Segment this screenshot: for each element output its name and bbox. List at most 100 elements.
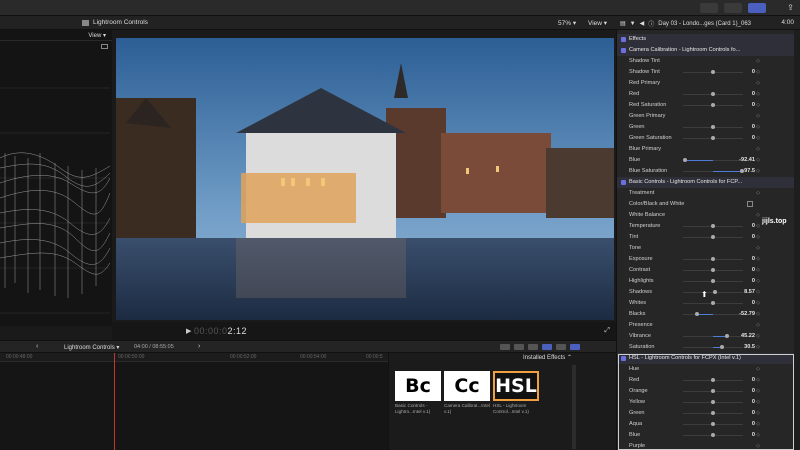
inspector-section-header[interactable]: Camera Calibration - Lightroom Controls … (617, 45, 794, 56)
skimming-icon[interactable] (500, 344, 510, 350)
keyframe-icon[interactable]: ◇ (756, 113, 760, 119)
slider-knob[interactable] (711, 268, 715, 272)
param-value[interactable]: 0 (752, 69, 755, 75)
playhead[interactable] (114, 353, 115, 450)
param-value[interactable]: 0 (752, 300, 755, 306)
slider-knob[interactable] (695, 312, 700, 316)
param-value[interactable]: 0 (752, 223, 755, 229)
forward-icon[interactable]: › (198, 343, 200, 350)
param-slider[interactable] (683, 334, 743, 338)
effect-camera-calibration[interactable]: Cc Camera Calibrat...Intel v.1) (444, 371, 490, 414)
play-icon[interactable]: ▶ (186, 327, 191, 335)
keyframe-icon[interactable]: ◇ (756, 135, 760, 141)
project-name[interactable]: Lightroom Controls ▾ (64, 344, 119, 351)
slider-knob[interactable] (711, 136, 715, 140)
keyframe-icon[interactable]: ◇ (756, 146, 760, 152)
param-value[interactable]: 30.5 (744, 344, 755, 350)
slider-knob[interactable] (711, 125, 715, 129)
effects-browser-icon[interactable] (556, 344, 566, 350)
keyframe-icon[interactable]: ◇ (756, 267, 760, 273)
param-slider[interactable] (683, 301, 743, 305)
section-enable-checkbox[interactable] (621, 37, 626, 42)
slider-knob[interactable] (711, 224, 715, 228)
audio-icon[interactable]: ◀ (640, 20, 645, 27)
effects-scrollbar[interactable] (572, 365, 576, 449)
effect-hsl[interactable]: HSL HSL - Lightroom Control...Intel v.1) (493, 371, 539, 414)
param-slider[interactable] (683, 224, 743, 228)
scope-view-menu[interactable]: View ▾ (88, 32, 106, 39)
timeline-track-area[interactable] (0, 362, 388, 450)
param-value[interactable]: 0 (752, 102, 755, 108)
timeline-ruler[interactable]: 00:00:48:00 00:00:50:00 00:00:52:00 00:0… (0, 353, 388, 362)
param-value[interactable]: 8.57 (744, 289, 755, 295)
keyframe-icon[interactable]: ◇ (756, 69, 760, 75)
info-icon[interactable]: ⓘ (648, 19, 654, 28)
inspector-toggle-button[interactable] (748, 3, 766, 13)
keyframe-icon[interactable]: ◇ (756, 58, 760, 64)
param-value[interactable]: -52.79 (739, 311, 755, 317)
keyframe-icon[interactable]: ◇ (756, 190, 760, 196)
keyframe-icon[interactable]: ◇ (756, 102, 760, 108)
keyframe-icon[interactable]: ◇ (756, 344, 760, 350)
library-toggle-button[interactable] (700, 3, 718, 13)
keyframe-icon[interactable]: ◇ (756, 245, 760, 251)
filter-icon[interactable]: ▼ (630, 21, 636, 27)
param-slider[interactable] (683, 312, 743, 316)
param-slider[interactable] (683, 257, 743, 261)
param-value[interactable]: 0 (752, 91, 755, 97)
slider-knob[interactable] (711, 301, 715, 305)
param-value[interactable]: 0 (752, 256, 755, 262)
section-enable-checkbox[interactable] (621, 180, 626, 185)
param-slider[interactable] (683, 169, 744, 173)
keyframe-icon[interactable]: ◇ (756, 322, 760, 328)
share-icon[interactable]: ⇪ (787, 3, 794, 12)
param-slider[interactable] (683, 290, 743, 294)
slider-knob[interactable] (711, 70, 715, 74)
param-slider[interactable] (683, 125, 743, 129)
keyframe-icon[interactable]: ◇ (756, 278, 760, 284)
section-enable-checkbox[interactable] (621, 48, 626, 53)
viewer-frame[interactable] (116, 38, 614, 320)
param-slider[interactable] (683, 279, 743, 283)
param-slider[interactable] (683, 268, 743, 272)
effect-basic-controls[interactable]: Bc Basic Controls - Lightro...Intel v.1) (395, 371, 441, 414)
keyframe-icon[interactable]: ◇ (756, 223, 760, 229)
keyframe-icon[interactable]: ◇ (756, 289, 760, 295)
slider-knob[interactable] (711, 235, 715, 239)
keyframe-icon[interactable]: ◇ (756, 333, 760, 339)
param-value[interactable]: 0 (752, 267, 755, 273)
solo-icon[interactable] (528, 344, 538, 350)
param-slider[interactable] (683, 92, 743, 96)
param-slider[interactable] (683, 103, 743, 107)
slider-knob[interactable] (713, 290, 718, 294)
keyframe-icon[interactable]: ◇ (756, 168, 760, 174)
param-value[interactable]: -92.41 (739, 157, 755, 163)
zoom-dropdown[interactable]: 57% ▾ (558, 19, 576, 27)
timeline-toggle-button[interactable] (724, 3, 742, 13)
keyframe-icon[interactable]: ◇ (756, 300, 760, 306)
slider-knob[interactable] (711, 103, 715, 107)
param-slider[interactable] (683, 70, 743, 74)
scope-settings-icon[interactable] (101, 44, 108, 49)
param-value[interactable]: 0 (752, 278, 755, 284)
snapping-icon[interactable] (542, 344, 552, 350)
slider-knob[interactable] (683, 158, 688, 162)
keyframe-icon[interactable]: ◇ (756, 157, 760, 163)
param-slider[interactable] (683, 345, 743, 349)
keyframe-icon[interactable]: ◇ (756, 311, 760, 317)
viewer-view-menu[interactable]: View ▾ (588, 19, 607, 27)
fullscreen-icon[interactable]: ⤢ (604, 327, 610, 335)
slider-knob[interactable] (711, 257, 715, 261)
inspector-scrollbar[interactable] (794, 30, 800, 450)
back-icon[interactable]: ‹ (36, 343, 38, 350)
slider-knob[interactable] (724, 334, 729, 338)
timecode-display[interactable]: 00:00:02:12 (194, 326, 247, 336)
video-inspector-icon[interactable]: ▤ (620, 20, 626, 27)
keyframe-icon[interactable]: ◇ (756, 124, 760, 130)
inspector-section-header[interactable]: Basic Controls - Lightroom Controls for … (617, 177, 794, 188)
slider-knob[interactable] (720, 345, 724, 349)
param-slider[interactable] (683, 235, 743, 239)
inspector-section-header[interactable]: Effects (617, 34, 794, 45)
slider-knob[interactable] (711, 279, 715, 283)
browser-toggle-icon[interactable] (570, 344, 580, 350)
